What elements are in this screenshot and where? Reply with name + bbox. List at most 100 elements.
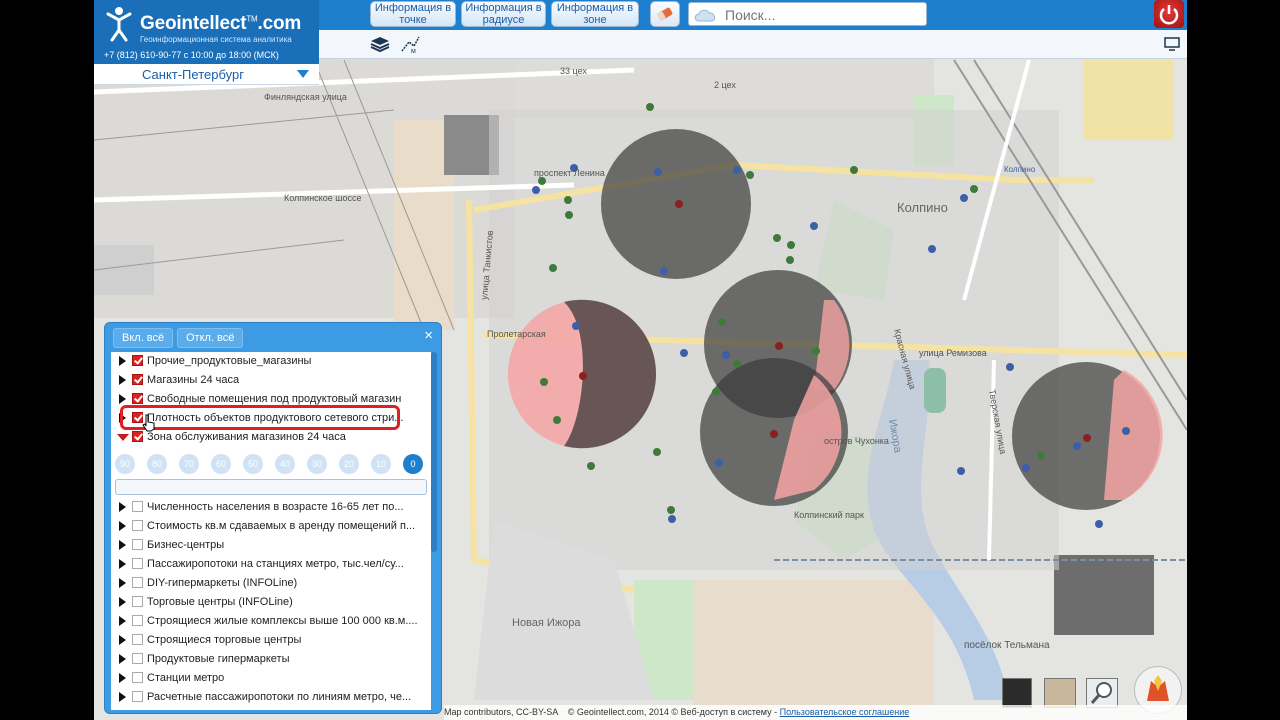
map-label: Колпинское шоссе bbox=[284, 193, 361, 203]
eraser-button[interactable] bbox=[650, 1, 680, 27]
expand-icon[interactable] bbox=[119, 502, 126, 512]
power-button[interactable] bbox=[1154, 0, 1184, 28]
layer-item[interactable]: Стоимость кв.м сдаваемых в аренду помеще… bbox=[111, 517, 431, 536]
map-label: Финляндская улица bbox=[264, 92, 347, 102]
enable-all-button[interactable]: Вкл. всё bbox=[113, 328, 174, 348]
scale-step[interactable]: 70 bbox=[179, 454, 199, 474]
layer-checkbox[interactable] bbox=[132, 634, 143, 645]
layer-checkbox[interactable] bbox=[132, 577, 143, 588]
disable-all-button[interactable]: Откл. всё bbox=[177, 328, 244, 348]
layer-item[interactable]: Прочие_продуктовые_магазины bbox=[111, 352, 431, 371]
fullscreen-icon[interactable] bbox=[1164, 37, 1180, 51]
layer-checkbox[interactable] bbox=[132, 596, 143, 607]
scale-step[interactable]: 50 bbox=[243, 454, 263, 474]
layer-checkbox[interactable] bbox=[132, 672, 143, 683]
expand-icon[interactable] bbox=[119, 521, 126, 531]
layer-checkbox[interactable] bbox=[132, 653, 143, 664]
layer-checkbox[interactable] bbox=[132, 615, 143, 626]
highlight-outline bbox=[120, 405, 400, 430]
layer-item[interactable]: Бизнес-центры bbox=[111, 536, 431, 555]
legend-scale: 90 80 70 60 50 40 30 20 10 0 bbox=[111, 451, 431, 477]
search-input[interactable] bbox=[723, 5, 923, 25]
city-select[interactable]: Санкт-Петербург bbox=[94, 64, 319, 85]
map-label: остров Чухонка bbox=[824, 436, 889, 446]
cloud-icon bbox=[694, 9, 716, 22]
expand-icon[interactable] bbox=[119, 375, 126, 385]
brand-phone: +7 (812) 610-90-77 с 10:00 до 18:00 (МСК… bbox=[104, 50, 279, 60]
collapse-icon[interactable] bbox=[117, 434, 129, 441]
map-label: улица Ремизова bbox=[919, 348, 987, 358]
layer-checkbox[interactable] bbox=[132, 539, 143, 550]
user-agreement-link[interactable]: Пользовательское соглашение bbox=[780, 707, 910, 717]
map-attribution: Map contributors, CC-BY-SA © Geointellec… bbox=[444, 705, 1187, 720]
map-toolbar: м bbox=[319, 30, 1187, 59]
map-label-novaya-izhora: Новая Ижора bbox=[512, 617, 581, 629]
scale-step[interactable]: 80 bbox=[147, 454, 167, 474]
layer-item[interactable]: Торговые центры (INFOLine) bbox=[111, 593, 431, 612]
eraser-icon bbox=[657, 7, 673, 21]
scale-step[interactable]: 40 bbox=[275, 454, 295, 474]
close-icon[interactable]: × bbox=[424, 327, 433, 344]
layer-checkbox[interactable] bbox=[132, 691, 143, 702]
layer-checkbox[interactable] bbox=[132, 355, 143, 366]
layer-checkbox[interactable] bbox=[132, 431, 143, 442]
layer-checkbox[interactable] bbox=[132, 520, 143, 531]
layer-item[interactable]: DIY-гипермаркеты (INFOLine) bbox=[111, 574, 431, 593]
brand-block[interactable]: GeointellectTM.com Геоинформационная сис… bbox=[94, 0, 319, 64]
layer-item[interactable]: Продуктовые гипермаркеты bbox=[111, 650, 431, 669]
layer-item[interactable]: Станции метро bbox=[111, 669, 431, 688]
app-window: Финляндская улица Колпинское шоссе просп… bbox=[94, 0, 1187, 720]
map-label: 33 цех bbox=[560, 66, 587, 76]
layer-item[interactable]: Зона обслуживания магазинов 24 часа bbox=[111, 428, 431, 447]
expand-icon[interactable] bbox=[119, 673, 126, 683]
scale-step[interactable]: 90 bbox=[115, 454, 135, 474]
layer-item[interactable]: Расчетные пассажиропотоки по линиям метр… bbox=[111, 688, 431, 707]
map-label: Колпино bbox=[1004, 165, 1036, 174]
logo-figure-icon bbox=[106, 7, 132, 42]
opacity-slider[interactable] bbox=[115, 479, 427, 495]
layer-checkbox[interactable] bbox=[132, 393, 143, 404]
layers-panel: Вкл. всё Откл. всё × Прочие_продуктовые_… bbox=[104, 322, 442, 714]
expand-icon[interactable] bbox=[119, 540, 126, 550]
layer-item[interactable]: Численность населения в возрасте 16-65 л… bbox=[111, 498, 431, 517]
layer-checkbox[interactable] bbox=[132, 558, 143, 569]
scale-step[interactable]: 10 bbox=[371, 454, 391, 474]
expand-icon[interactable] bbox=[119, 356, 126, 366]
expand-icon[interactable] bbox=[119, 394, 126, 404]
basemap-dark-thumbnail[interactable] bbox=[1002, 678, 1032, 708]
magnifier-icon bbox=[1090, 682, 1112, 704]
expand-icon[interactable] bbox=[119, 616, 126, 626]
scale-step[interactable]: 60 bbox=[211, 454, 231, 474]
expand-icon[interactable] bbox=[119, 654, 126, 664]
expand-icon[interactable] bbox=[119, 692, 126, 702]
zoom-magnifier-button[interactable] bbox=[1086, 678, 1118, 708]
ruler-icon[interactable]: м bbox=[399, 34, 421, 54]
expand-icon[interactable] bbox=[119, 597, 126, 607]
layer-item[interactable]: Строящиеся торговые центры bbox=[111, 631, 431, 650]
info-point-button[interactable]: Информация в точке bbox=[370, 1, 456, 27]
chevron-down-icon[interactable] bbox=[297, 70, 309, 78]
scale-step[interactable]: 0 bbox=[403, 454, 423, 474]
layers-icon[interactable] bbox=[369, 35, 391, 53]
expand-icon[interactable] bbox=[119, 578, 126, 588]
layer-item[interactable]: Пассажиропотоки на станциях метро, тыс.ч… bbox=[111, 555, 431, 574]
info-zone-button[interactable]: Информация в зоне bbox=[551, 1, 639, 27]
expand-icon[interactable] bbox=[119, 559, 126, 569]
city-select-value: Санкт-Петербург bbox=[142, 67, 244, 82]
layer-item[interactable]: Магазины 24 часа bbox=[111, 371, 431, 390]
svg-text:м: м bbox=[411, 48, 416, 54]
info-radius-button[interactable]: Информация в радиусе bbox=[461, 1, 546, 27]
map-label: посёлок Тельмана bbox=[964, 640, 1050, 651]
layer-checkbox[interactable] bbox=[132, 501, 143, 512]
basemap-satellite-thumbnail[interactable] bbox=[1044, 678, 1076, 708]
map-label-kolpino: Колпино bbox=[897, 200, 948, 215]
panel-scrollbar[interactable] bbox=[431, 352, 437, 552]
layer-item[interactable]: Строящиеся жилые комплексы выше 100 000 … bbox=[111, 612, 431, 631]
expand-icon[interactable] bbox=[119, 635, 126, 645]
search-box[interactable] bbox=[688, 2, 927, 26]
map-label: 2 цех bbox=[714, 80, 736, 90]
brand-tagline: Геоинформационная система аналитика bbox=[140, 35, 292, 44]
layer-checkbox[interactable] bbox=[132, 374, 143, 385]
scale-step[interactable]: 30 bbox=[307, 454, 327, 474]
scale-step[interactable]: 20 bbox=[339, 454, 359, 474]
